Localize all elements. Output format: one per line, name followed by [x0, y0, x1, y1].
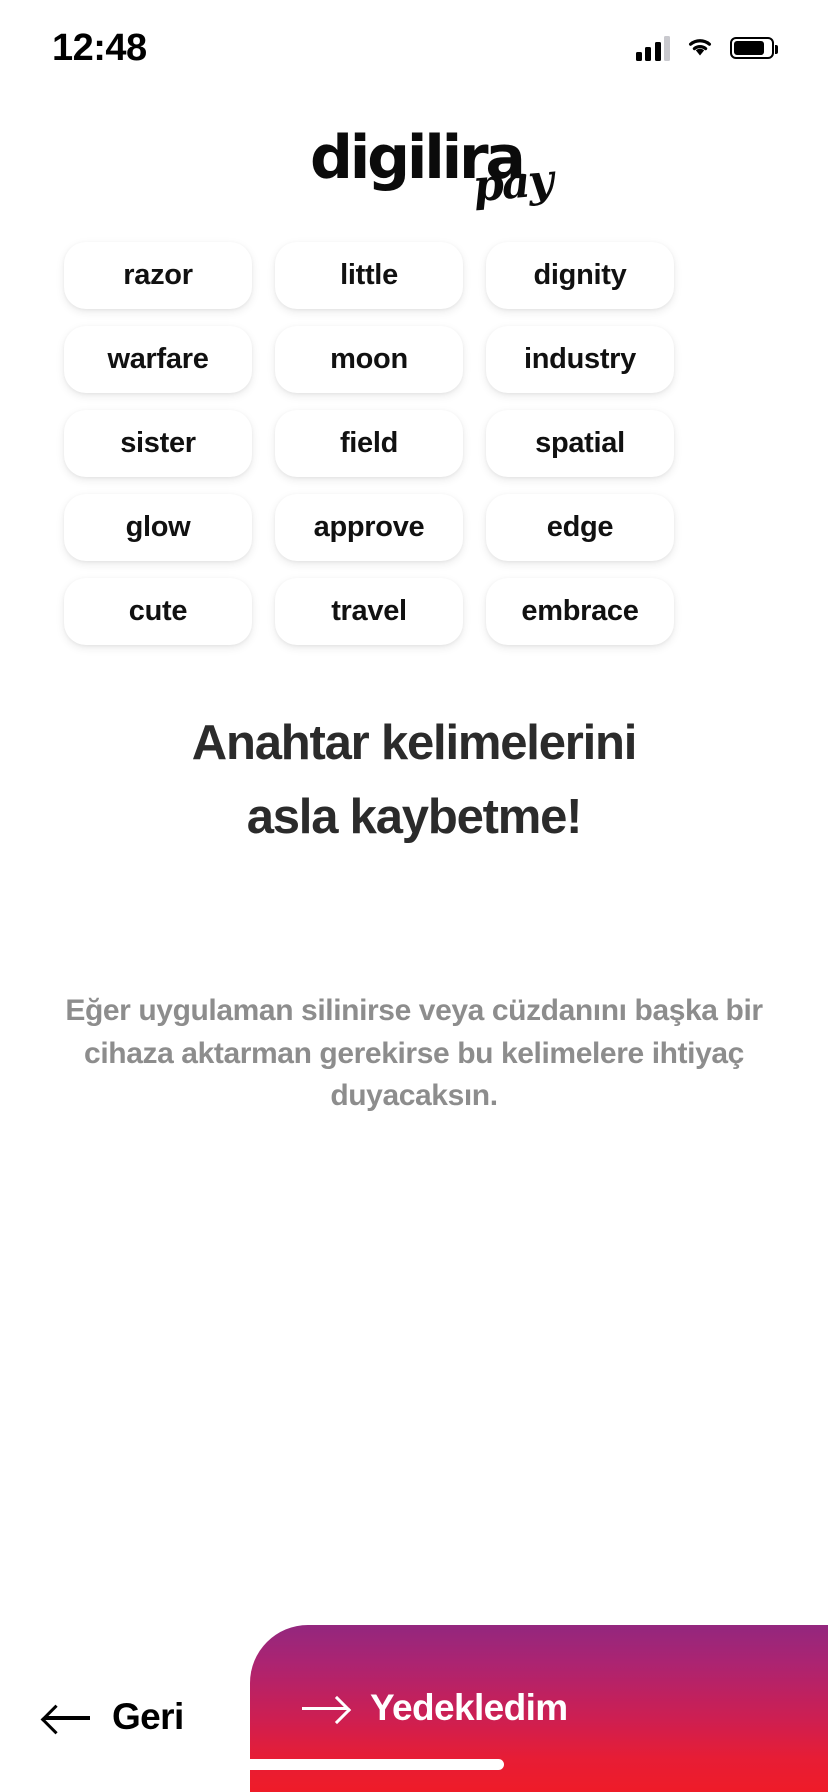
cellular-signal-icon: [635, 35, 670, 61]
battery-icon: [730, 37, 778, 59]
recovery-word-card[interactable]: travel: [275, 578, 463, 645]
home-indicator: [236, 1759, 504, 1770]
recovery-word-card[interactable]: approve: [275, 494, 463, 561]
recovery-word-card[interactable]: spatial: [486, 410, 674, 477]
page-title-line2: asla kaybetme!: [246, 790, 583, 845]
recovery-phrase-grid: razor little dignity warfare moon indust…: [64, 242, 764, 645]
recovery-word-card[interactable]: little: [275, 242, 463, 309]
arrow-left-icon: [44, 1705, 90, 1729]
page-title-line1: Anahtar kelimelerini: [191, 716, 638, 770]
recovery-word-card[interactable]: dignity: [486, 242, 674, 309]
recovery-word-card[interactable]: sister: [64, 410, 252, 477]
recovery-word-card[interactable]: glow: [64, 494, 252, 561]
page-description: Eğer uygulaman silinirse veya cüzdanını …: [65, 994, 763, 1113]
status-bar-time: 12:48: [52, 26, 147, 69]
recovery-word-card[interactable]: industry: [486, 326, 674, 393]
back-button[interactable]: Geri: [44, 1696, 184, 1738]
status-bar: 12:48: [0, 0, 828, 96]
confirm-backup-button-content: Yedekledim: [302, 1687, 568, 1729]
recovery-word-card[interactable]: cute: [64, 578, 252, 645]
recovery-word-card[interactable]: embrace: [486, 578, 674, 645]
recovery-word-card[interactable]: warfare: [64, 326, 252, 393]
brand-logo-suffix: pay: [471, 154, 555, 213]
arrow-right-icon: [302, 1696, 348, 1720]
brand-logo: digilira pay: [0, 128, 828, 224]
status-bar-indicators: [635, 34, 778, 63]
recovery-word-card[interactable]: moon: [275, 326, 463, 393]
recovery-word-card[interactable]: field: [275, 410, 463, 477]
back-button-label: Geri: [112, 1696, 184, 1737]
recovery-word-card[interactable]: edge: [486, 494, 674, 561]
page-title: Anahtar kelimelerini asla kaybetme!: [0, 706, 828, 855]
wifi-icon: [684, 34, 716, 63]
recovery-word-card[interactable]: razor: [64, 242, 252, 309]
confirm-backup-button-label: Yedekledim: [370, 1687, 568, 1728]
